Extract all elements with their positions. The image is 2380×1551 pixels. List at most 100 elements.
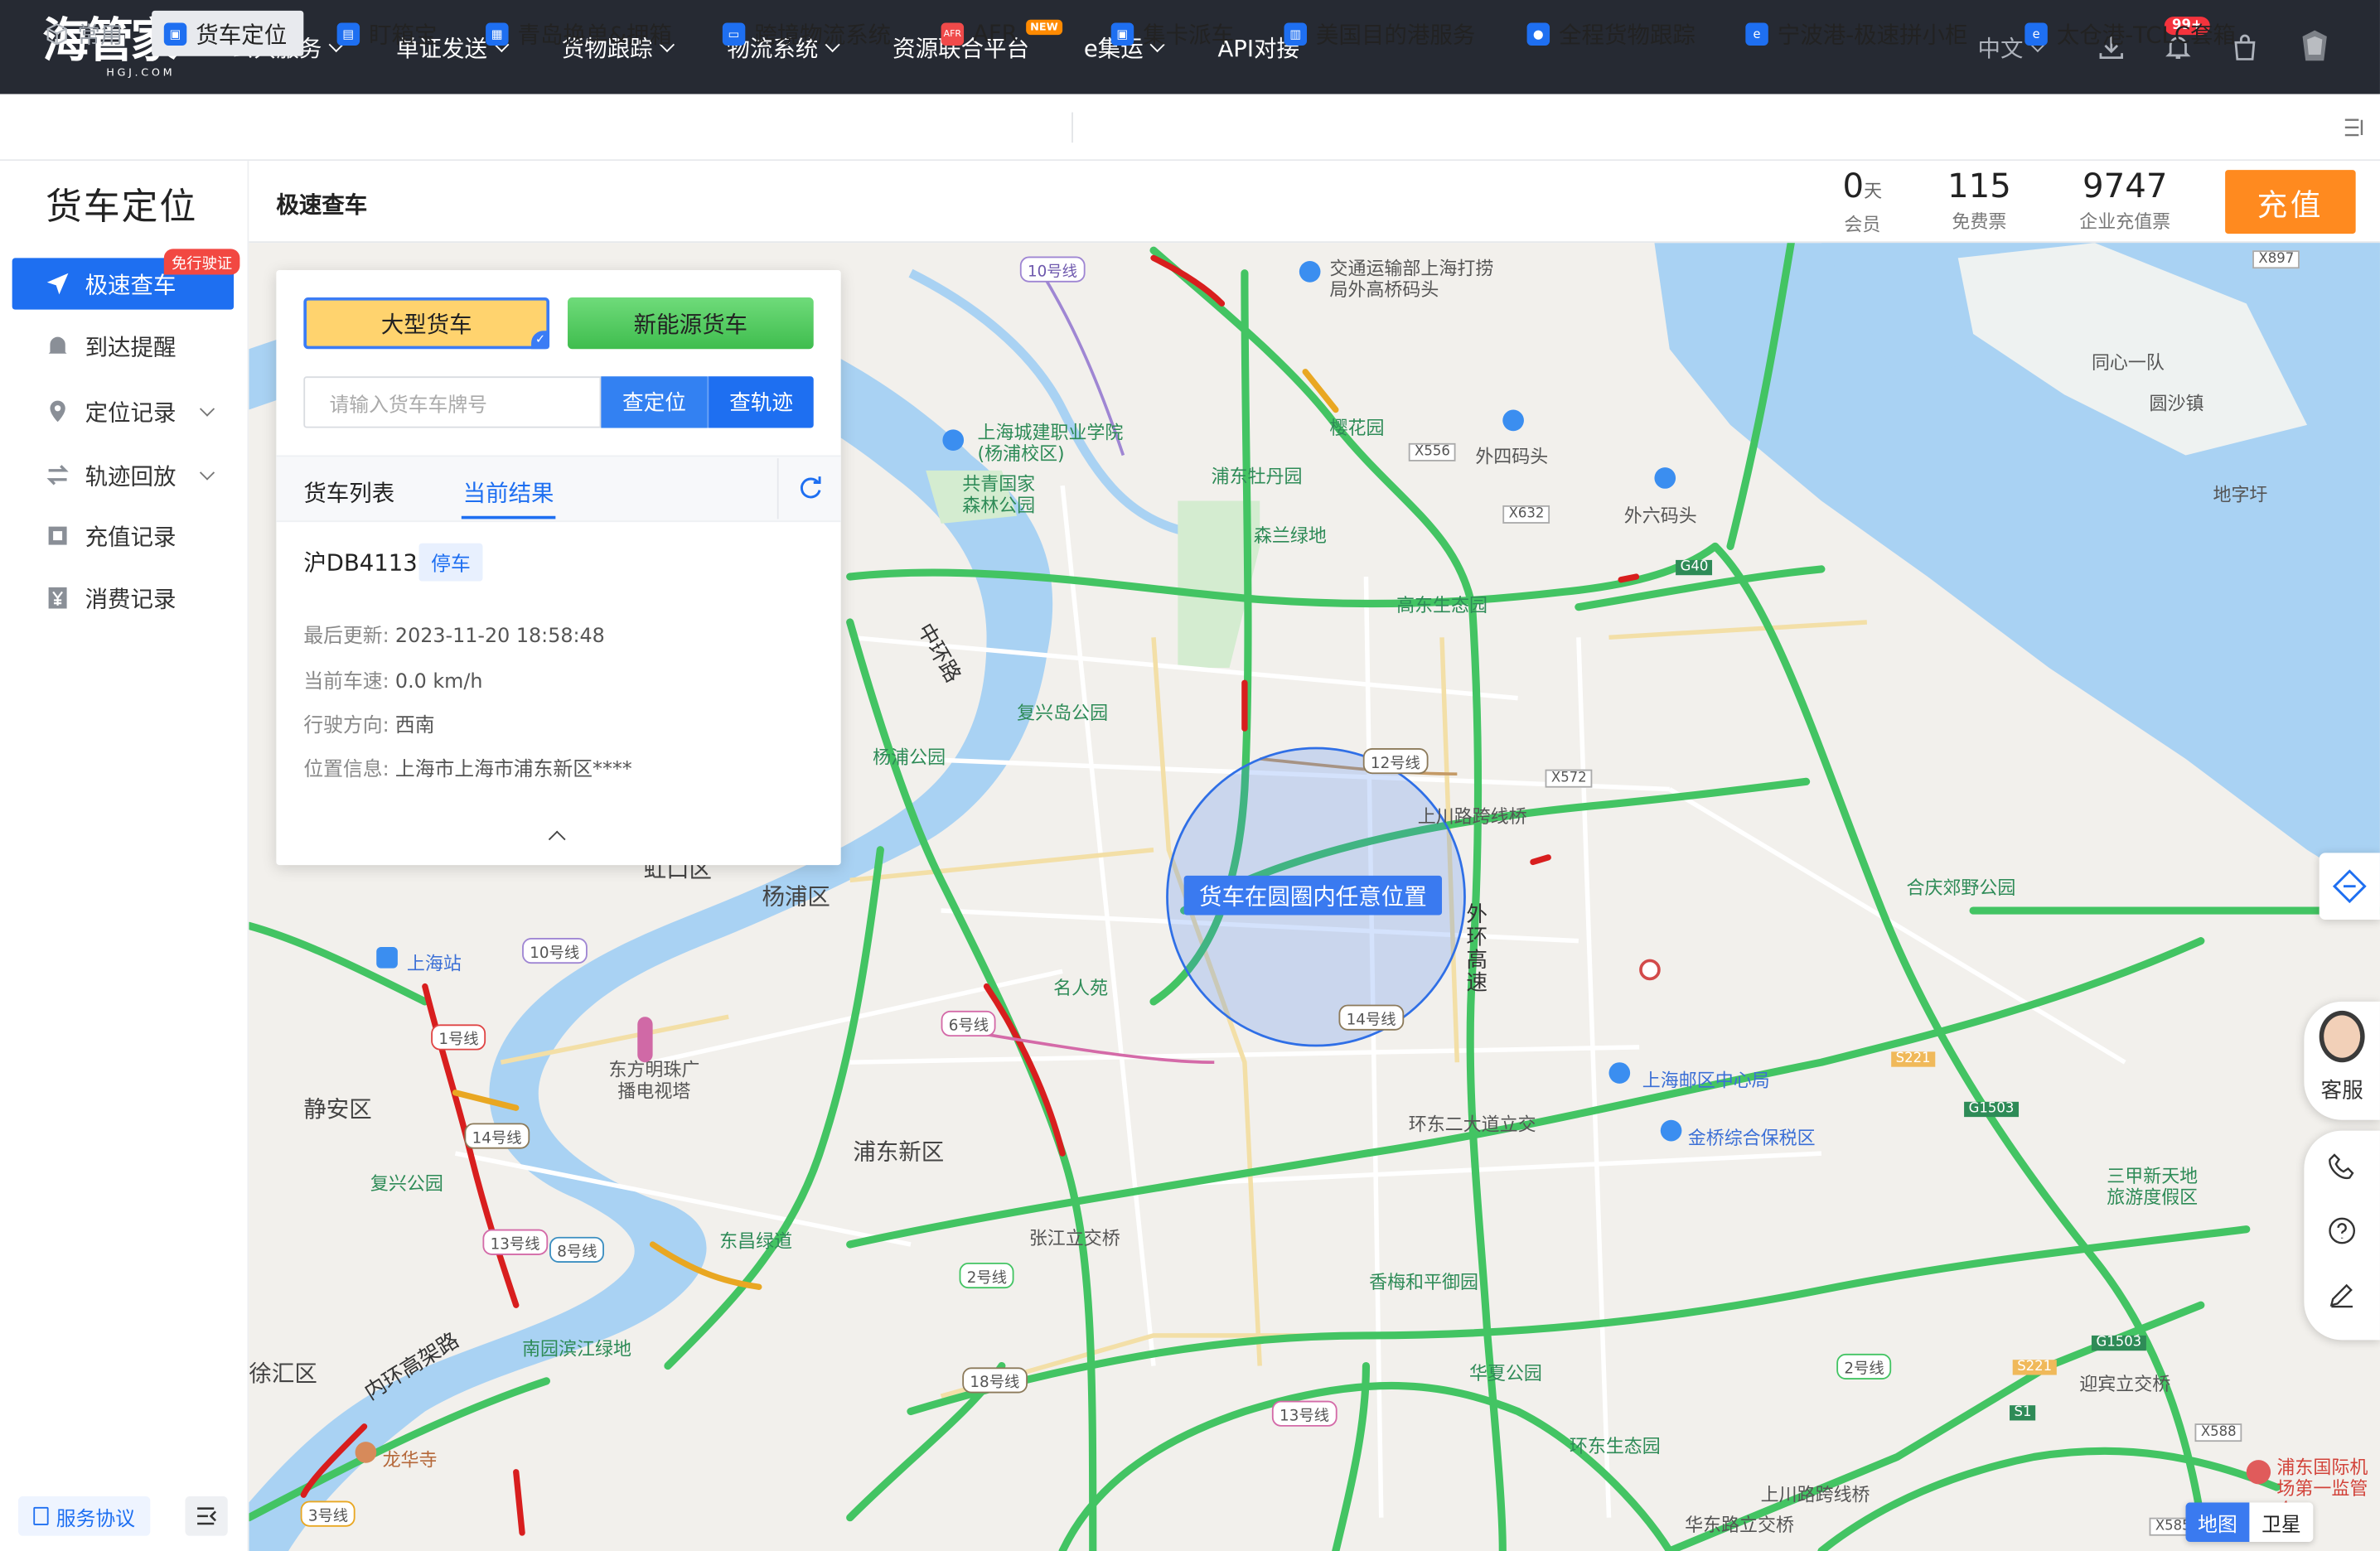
doc-icon: e bbox=[1745, 22, 1768, 46]
swap-icon bbox=[46, 463, 70, 487]
section-title: 极速查车 bbox=[276, 191, 368, 219]
quick-item-us-port[interactable]: ▥ 美国目的港服务 bbox=[1284, 11, 1476, 56]
quick-item-label: 集卡派车 bbox=[1143, 20, 1235, 48]
map-poi-label: 上海站 bbox=[406, 953, 462, 974]
sidebar-item-track-replay[interactable]: 轨迹回放 bbox=[12, 449, 234, 500]
plate-input[interactable]: 请输入货车车牌号 bbox=[303, 376, 602, 428]
quick-item-box-watch[interactable]: ▤ 盯箱宝 bbox=[336, 11, 438, 56]
road-shield-tag: X572 bbox=[1545, 769, 1593, 788]
stat-label: 会员 bbox=[1844, 214, 1881, 235]
map-poi-label: 香梅和平御园 bbox=[1369, 1271, 1479, 1293]
chevron-down-icon bbox=[199, 401, 215, 417]
map-road-label: 内环高架路 bbox=[360, 1328, 464, 1406]
quick-item-label: 跨境物流系统 bbox=[754, 20, 892, 48]
tab-current-result[interactable]: 当前结果 bbox=[463, 476, 554, 508]
map-poi-label: 环东二大道立交 bbox=[1408, 1114, 1536, 1136]
quick-item-ningbo[interactable]: e 宁波港-极速拼小柜 bbox=[1745, 11, 1968, 56]
new-energy-truck-button[interactable]: 新能源货车 bbox=[568, 297, 814, 350]
new-energy-truck-label: 新能源货车 bbox=[633, 310, 748, 338]
receipt-icon bbox=[46, 524, 70, 548]
sidebar-item-consume-log[interactable]: 消费记录 bbox=[12, 573, 234, 624]
quick-item-full-tracking[interactable]: ● 全程货物跟踪 bbox=[1526, 11, 1696, 56]
sidebar-item-recharge-log[interactable]: 充值记录 bbox=[12, 510, 234, 561]
map-poi-label: 三甲新天地旅游度假区 bbox=[2107, 1165, 2199, 1209]
quick-item-taicang[interactable]: e 太仓港-TCLC套箱 bbox=[2024, 11, 2236, 56]
road-shield-tag: S1 bbox=[2010, 1405, 2037, 1421]
sidebar-item-arrival-alert[interactable]: 到达提醒 bbox=[12, 320, 234, 371]
truck-icon: ▣ bbox=[1110, 22, 1134, 46]
quick-item-truck-dispatch[interactable]: ▣ 集卡派车 bbox=[1110, 11, 1235, 56]
quick-item-truck-location[interactable]: ▣ 货车定位 bbox=[152, 10, 304, 56]
road-shield-tag: X897 bbox=[2252, 250, 2300, 269]
anchor-icon bbox=[1654, 467, 1676, 489]
right-tool-group bbox=[2304, 1130, 2380, 1341]
refresh-button[interactable] bbox=[776, 458, 841, 519]
map-road-label: 中环路 bbox=[912, 619, 965, 688]
active-tab-underline bbox=[461, 515, 556, 519]
quick-item-common[interactable]: 常用 bbox=[46, 11, 123, 56]
quick-item-afr[interactable]: AFR AFR bbox=[941, 11, 1018, 56]
map-district-label: 浦东新区 bbox=[853, 1138, 945, 1166]
quick-item-label: 美国目的港服务 bbox=[1315, 20, 1476, 48]
metro-line-tag: 1号线 bbox=[431, 1024, 486, 1051]
sidebar-item-location-log[interactable]: 定位记录 bbox=[12, 385, 234, 437]
tv-tower-icon bbox=[637, 1017, 653, 1063]
metro-line-tag: 13号线 bbox=[482, 1229, 548, 1255]
map-poi-label: 复兴岛公园 bbox=[1017, 703, 1109, 724]
sidebar-item-label: 到达提醒 bbox=[85, 333, 177, 361]
metro-line-tag: 10号线 bbox=[522, 937, 588, 964]
airport-icon bbox=[2246, 1460, 2271, 1485]
user-avatar[interactable] bbox=[2298, 27, 2331, 67]
map-poi-label: 外四码头 bbox=[1475, 446, 1549, 468]
quick-access-bar bbox=[0, 94, 2380, 162]
row-value: 2023-11-20 18:58:48 bbox=[394, 625, 605, 649]
grid-icon: ▦ bbox=[486, 22, 509, 46]
map-poi-label: 杨浦公园 bbox=[873, 747, 946, 768]
document-icon bbox=[33, 1506, 49, 1525]
phone-icon[interactable] bbox=[2327, 1152, 2358, 1182]
sidebar-collapse-button[interactable] bbox=[185, 1496, 228, 1536]
locate-button[interactable]: 查定位 bbox=[601, 376, 708, 428]
map-mode-button[interactable]: 地图 bbox=[2185, 1502, 2250, 1543]
metro-line-tag: 12号线 bbox=[1362, 748, 1429, 775]
quick-item-crossborder[interactable]: ▭ 跨境物流系统 bbox=[722, 11, 892, 56]
quick-item-label: 太仓港-TCLC套箱 bbox=[2056, 20, 2236, 48]
metro-station-icon bbox=[1639, 959, 1661, 981]
quick-item-label: 常用 bbox=[77, 20, 123, 48]
row-value: 上海市上海市浦东新区**** bbox=[394, 758, 632, 782]
metro-line-tag: 3号线 bbox=[300, 1500, 356, 1527]
large-truck-button[interactable]: 大型货车 ✓ bbox=[303, 297, 550, 350]
track-button[interactable]: 查轨迹 bbox=[707, 376, 814, 428]
map-poi-label: 金桥综合保税区 bbox=[1687, 1127, 1816, 1149]
yen-icon bbox=[46, 586, 70, 610]
customer-service-button[interactable]: 客服 bbox=[2304, 1001, 2380, 1120]
map-poi-label: 东昌绿道 bbox=[719, 1230, 793, 1253]
large-truck-label: 大型货车 bbox=[380, 310, 472, 338]
tab-truck-list[interactable]: 货车列表 bbox=[303, 476, 394, 508]
tool-float-button[interactable] bbox=[2319, 853, 2380, 920]
collapse-icon bbox=[197, 1507, 216, 1525]
map-poi-label: 合庆郊野公园 bbox=[1906, 877, 2016, 899]
satellite-mode-button[interactable]: 卫星 bbox=[2249, 1502, 2314, 1543]
location-icon bbox=[46, 399, 70, 423]
map-district-label: 静安区 bbox=[303, 1095, 372, 1123]
result-direction: 行驶方向: 西南 bbox=[303, 708, 434, 737]
menu-expand-icon[interactable] bbox=[2344, 115, 2365, 137]
stat-value: 115 bbox=[1947, 168, 2011, 207]
recharge-button[interactable]: 充值 bbox=[2225, 170, 2356, 234]
service-agreement-link[interactable]: 服务协议 bbox=[17, 1496, 151, 1536]
metro-line-tag: 14号线 bbox=[464, 1123, 530, 1149]
metro-line-tag: 2号线 bbox=[959, 1262, 1015, 1289]
plate-input-placeholder: 请输入货车车牌号 bbox=[329, 394, 487, 417]
edit-icon[interactable] bbox=[2327, 1279, 2358, 1310]
pin-icon: ● bbox=[1526, 22, 1550, 46]
map-type-switch: 地图 卫星 bbox=[2185, 1502, 2314, 1543]
quick-item-qingdao[interactable]: ▦ 青岛换单&押箱 bbox=[486, 11, 672, 56]
road-shield-tag: G1503 bbox=[2091, 1335, 2146, 1351]
metro-line-tag: 10号线 bbox=[1019, 256, 1086, 283]
quick-item-label: 盯箱宝 bbox=[369, 20, 438, 48]
cube-icon bbox=[46, 22, 68, 45]
metro-line-tag: 8号线 bbox=[549, 1236, 605, 1263]
help-icon[interactable] bbox=[2327, 1215, 2358, 1246]
anchor-icon bbox=[1299, 261, 1321, 283]
